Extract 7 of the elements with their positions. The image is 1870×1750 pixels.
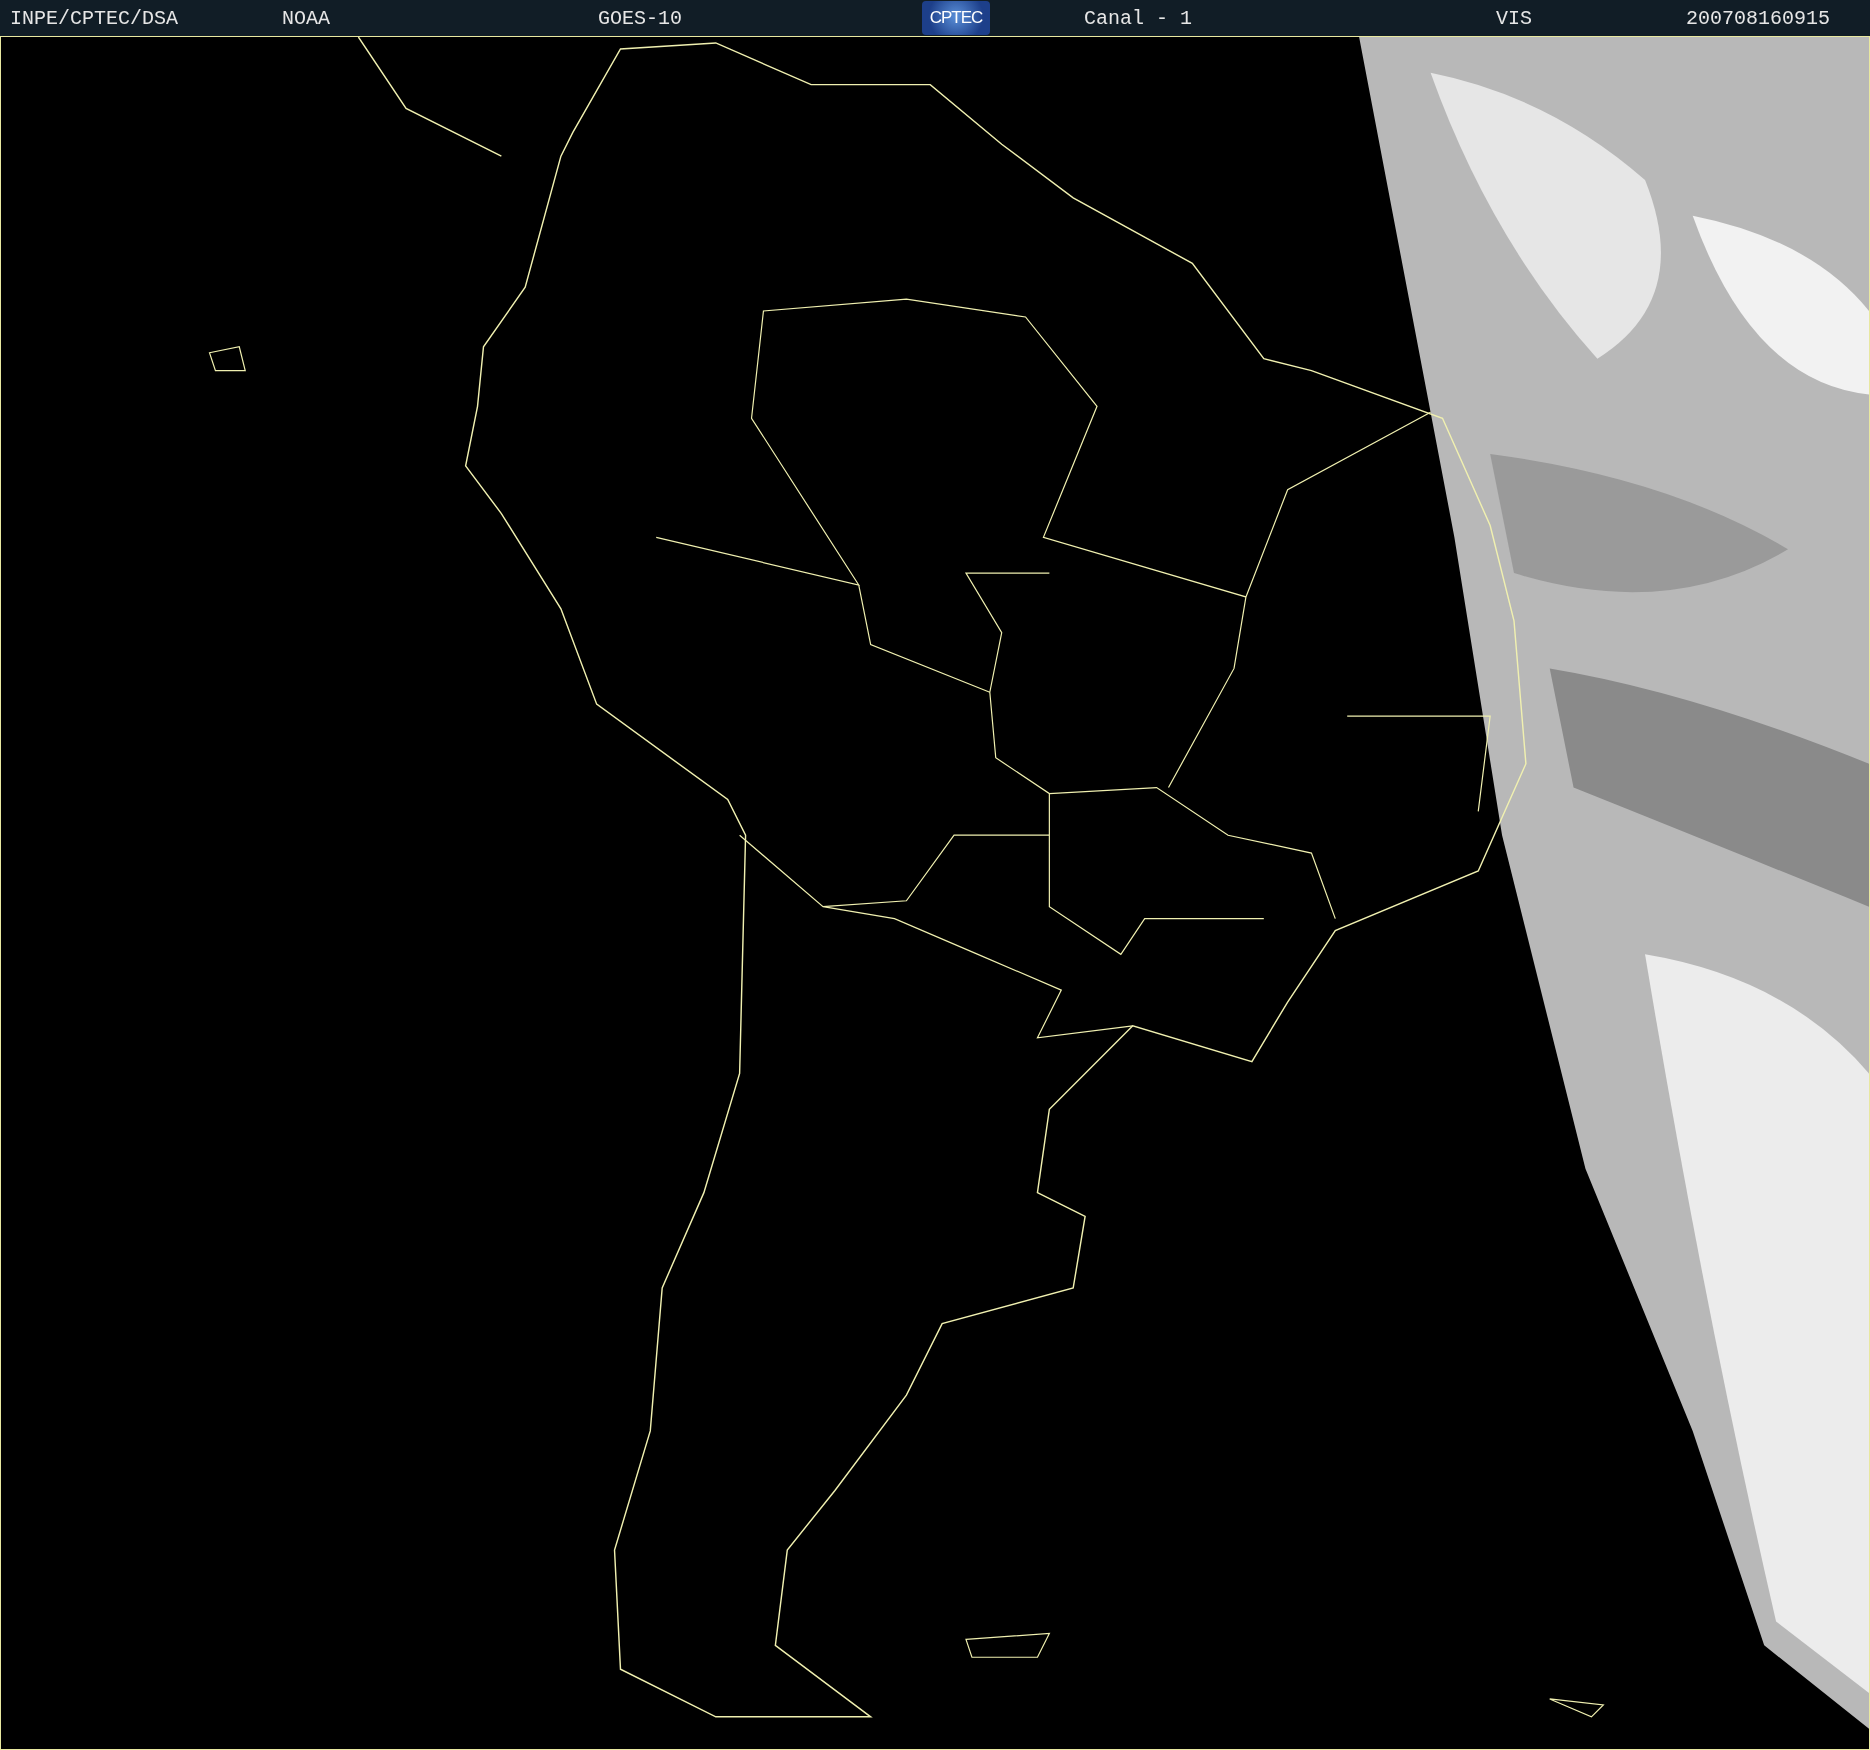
logo: CPTEC xyxy=(922,1,990,35)
header-label: 200708160915 xyxy=(1686,6,1832,30)
header-label: INPE/CPTEC/DSA xyxy=(10,6,180,30)
header-label: GOES-10 xyxy=(598,6,683,30)
header-label: VIS xyxy=(1496,6,1533,30)
header-label: NOAA xyxy=(282,6,331,30)
header-label: Canal - 1 xyxy=(1084,6,1194,30)
